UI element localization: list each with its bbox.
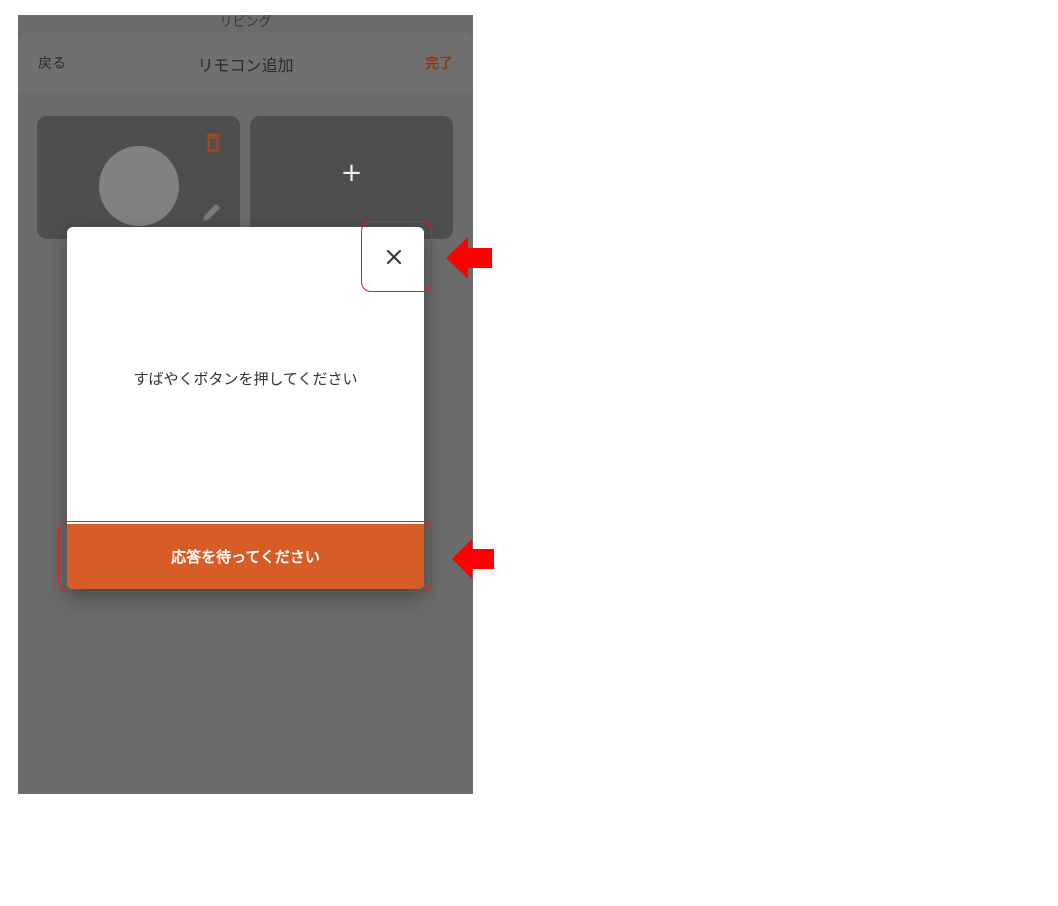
dialog-message: すばやくボタンを押してください [133, 370, 358, 388]
trash-icon[interactable] [206, 133, 220, 157]
pencil-icon[interactable] [200, 200, 224, 228]
remote-card[interactable] [37, 116, 240, 239]
remote-avatar [99, 146, 179, 226]
left-arrow-icon [446, 237, 492, 279]
plus-icon: + [340, 158, 363, 188]
action-button-highlight [58, 521, 432, 592]
close-button-highlight [361, 221, 432, 292]
done-button[interactable]: 完了 [425, 53, 453, 73]
navigation-header: 戻る リモコン追加 完了 [18, 32, 473, 92]
page-title: リモコン追加 [197, 56, 294, 75]
background-screen-title: リビング [219, 15, 272, 30]
left-arrow-icon [452, 539, 494, 579]
app-screen: リビング 戻る リモコン追加 完了 + すばやくボタンを押してください 応答を待… [18, 15, 473, 794]
